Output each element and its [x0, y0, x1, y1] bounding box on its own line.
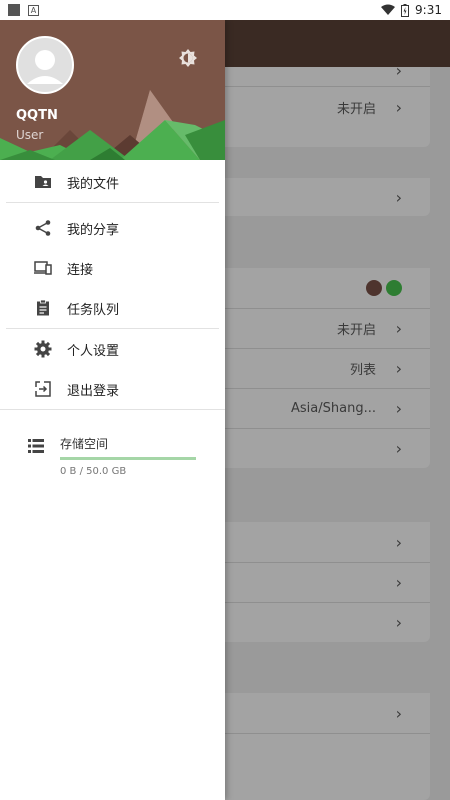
- chevron-right-icon: ›: [395, 187, 402, 207]
- background-row[interactable]: ›: [225, 693, 430, 733]
- chevron-right-icon: ›: [395, 398, 402, 418]
- menu-label: 我的分享: [67, 222, 120, 238]
- clipboard-icon: [37, 299, 49, 316]
- drawer-menu-tertiary: 个人设置 退出登录: [0, 329, 225, 410]
- chevron-right-icon: ›: [395, 572, 402, 592]
- row-value: 未开启: [336, 101, 376, 117]
- drawer-menu-primary: 我的文件: [0, 162, 225, 203]
- navigation-drawer: QQTN User 我的文件 我的分享 连接 任务队列 个人设置 退出登录 存储…: [0, 20, 225, 800]
- divider: [6, 202, 219, 203]
- user-role: User: [16, 128, 44, 142]
- menu-item-my-shares[interactable]: 我的分享: [0, 208, 225, 248]
- devices-icon: [34, 261, 52, 275]
- status-time: 9:31: [415, 3, 442, 17]
- menu-label: 退出登录: [67, 383, 120, 399]
- avatar[interactable]: [16, 36, 74, 94]
- menu-label: 个人设置: [67, 343, 120, 359]
- divider: [225, 733, 430, 734]
- theme-color-row[interactable]: [225, 268, 430, 308]
- wifi-icon: [381, 4, 396, 15]
- background-row[interactable]: 未开启 ›: [225, 308, 430, 348]
- menu-item-connections[interactable]: 连接: [0, 248, 225, 288]
- menu-item-logout[interactable]: 退出登录: [0, 369, 225, 409]
- row-value: Asia/Shang...: [291, 400, 376, 416]
- theme-color-dark[interactable]: [366, 280, 382, 296]
- chevron-right-icon: ›: [395, 612, 402, 632]
- background-row[interactable]: Asia/Shang... ›: [225, 388, 430, 428]
- storage-label: 存储空间: [60, 437, 109, 451]
- divider: [0, 409, 225, 410]
- storage-icon: [28, 439, 44, 453]
- menu-item-my-files[interactable]: 我的文件: [0, 162, 225, 202]
- chevron-right-icon: ›: [395, 532, 402, 552]
- menu-label: 我的文件: [67, 176, 120, 192]
- chevron-right-icon: ›: [395, 61, 402, 80]
- battery-icon: [401, 3, 410, 17]
- notification-icon: [8, 4, 20, 16]
- background-row[interactable]: 未开启 ›: [225, 87, 430, 127]
- logout-icon: [35, 381, 51, 397]
- brightness-icon[interactable]: [178, 48, 198, 68]
- chevron-right-icon: ›: [395, 703, 402, 723]
- background-row[interactable]: ›: [225, 602, 430, 642]
- chevron-right-icon: ›: [395, 97, 402, 117]
- storage-usage: 0 B / 50.0 GB: [60, 466, 127, 477]
- folder-shared-icon: [35, 176, 51, 188]
- menu-item-task-queue[interactable]: 任务队列: [0, 288, 225, 328]
- chevron-right-icon: ›: [395, 438, 402, 458]
- storage-section[interactable]: 存储空间 0 B / 50.0 GB: [0, 425, 225, 485]
- menu-item-settings[interactable]: 个人设置: [0, 329, 225, 369]
- user-name: QQTN: [16, 108, 58, 123]
- drawer-menu-secondary: 我的分享 连接 任务队列: [0, 208, 225, 329]
- app-notification-icon: A: [28, 4, 39, 16]
- menu-label: 任务队列: [67, 302, 120, 318]
- row-value: 列表: [349, 362, 376, 378]
- row-value: 未开启: [336, 322, 376, 338]
- chevron-right-icon: ›: [395, 358, 402, 378]
- status-bar: A 9:31: [0, 0, 450, 20]
- gear-icon: [34, 340, 52, 358]
- storage-progress-bar: [60, 457, 196, 460]
- theme-color-green[interactable]: [386, 280, 402, 296]
- share-icon: [35, 220, 51, 236]
- background-row[interactable]: ›: [225, 428, 430, 468]
- background-row[interactable]: ›: [225, 178, 430, 216]
- background-row[interactable]: ›: [225, 562, 430, 602]
- background-row[interactable]: ›: [225, 522, 430, 562]
- background-row[interactable]: ›: [225, 61, 430, 87]
- drawer-header: QQTN User: [0, 20, 225, 160]
- menu-label: 连接: [67, 262, 94, 278]
- background-row[interactable]: 列表 ›: [225, 348, 430, 388]
- chevron-right-icon: ›: [395, 318, 402, 338]
